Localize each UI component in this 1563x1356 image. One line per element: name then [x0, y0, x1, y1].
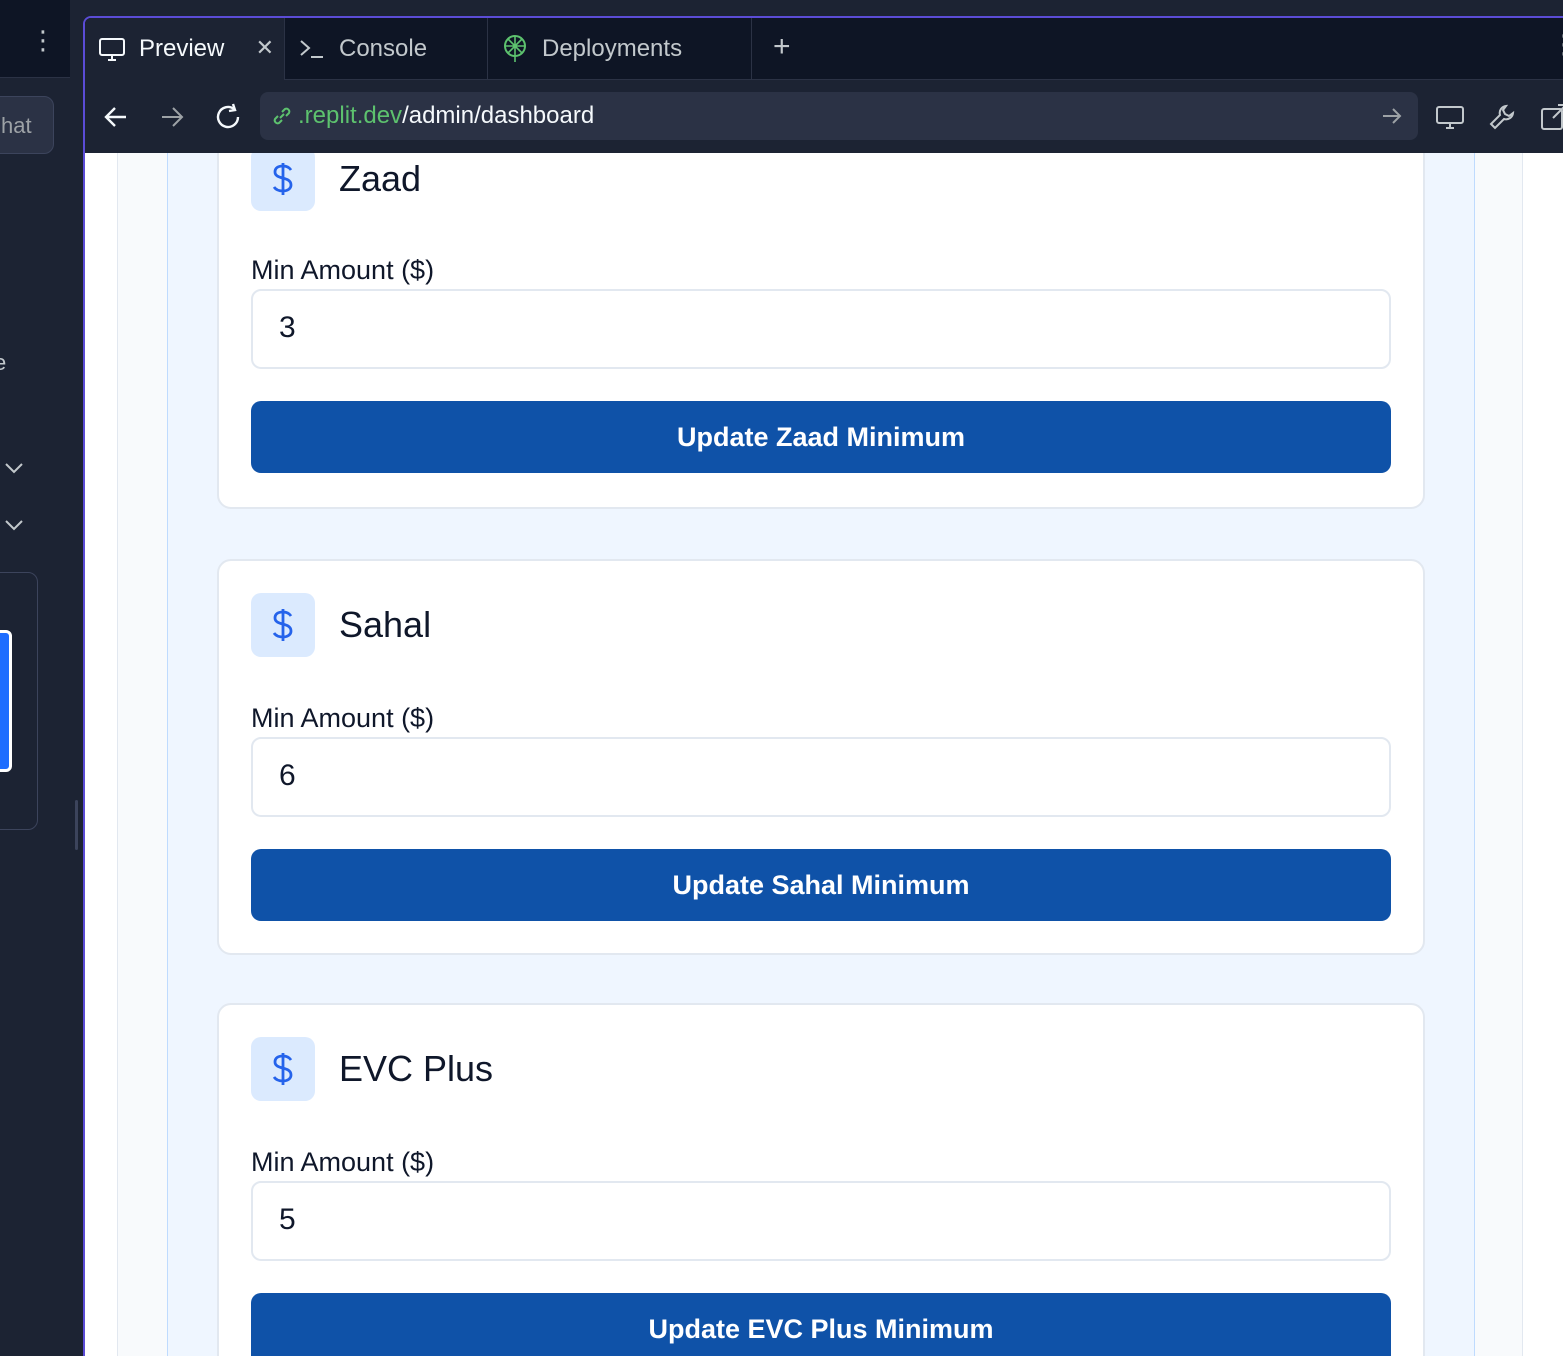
preview-pane: Preview ✕ Console Deployments + ⋮	[83, 16, 1563, 1356]
url-path: /admin/dashboard	[402, 102, 595, 129]
preview-nav-bar: .replit.dev/admin/dashboard	[85, 80, 1563, 153]
card-title: Sahal	[339, 604, 432, 645]
min-amount-label: Min Amount ($)	[251, 255, 435, 285]
payment-methods-section: Zaad Min Amount ($) 3 Update Zaad Minimu…	[167, 153, 1475, 1356]
card-header: Zaad	[251, 153, 421, 211]
left-panel-thumbnail[interactable]	[0, 630, 12, 772]
terminal-icon	[297, 34, 327, 64]
payment-method-card: Sahal Min Amount ($) 6 Update Sahal Mini…	[217, 559, 1425, 955]
tab-label: Preview	[139, 35, 225, 62]
dollar-icon	[251, 153, 315, 211]
pane-menu-icon[interactable]: ⋮	[1551, 31, 1563, 57]
card-header: EVC Plus	[251, 1037, 493, 1101]
link-icon	[273, 107, 291, 125]
card-header: Sahal	[251, 593, 431, 657]
url-bar[interactable]: .replit.dev/admin/dashboard	[260, 92, 1418, 140]
tab-deployments[interactable]: Deployments	[488, 18, 752, 80]
dollar-icon	[251, 593, 315, 657]
back-arrow-icon[interactable]	[99, 100, 133, 134]
tab-preview[interactable]: Preview ✕	[85, 18, 285, 80]
url-domain: .replit.dev	[298, 102, 403, 129]
min-amount-label: Min Amount ($)	[251, 703, 435, 733]
card-title: EVC Plus	[339, 1048, 494, 1089]
close-icon[interactable]: ✕	[256, 37, 274, 59]
reload-icon[interactable]	[211, 100, 245, 134]
dollar-icon	[251, 1037, 315, 1101]
dashboard-container: Zaad Min Amount ($) 3 Update Zaad Minimu…	[117, 153, 1523, 1356]
min-amount-label: Min Amount ($)	[251, 1147, 435, 1177]
chevron-down-icon[interactable]	[4, 515, 24, 535]
new-tab-plus-icon[interactable]: +	[773, 32, 791, 62]
payment-method-card: EVC Plus Min Amount ($) 5 Update EVC Plu…	[217, 1003, 1425, 1356]
min-amount-input[interactable]: 6	[251, 737, 1391, 817]
go-arrow-icon[interactable]	[1380, 104, 1404, 128]
open-new-window-icon[interactable]	[1537, 100, 1563, 134]
left-side-panel: ⋮ hat e	[0, 0, 78, 1338]
tab-console[interactable]: Console	[285, 18, 488, 80]
min-amount-input[interactable]: 5	[251, 1181, 1391, 1261]
tab-label: Deployments	[542, 35, 683, 62]
chevron-down-icon[interactable]	[4, 458, 24, 478]
card-title: Zaad	[339, 158, 422, 199]
pane-tab-bar: Preview ✕ Console Deployments + ⋮	[85, 18, 1563, 80]
tab-label: Console	[339, 35, 428, 62]
left-panel-menu-icon[interactable]: ⋮	[30, 27, 56, 53]
update-minimum-button[interactable]: Update EVC Plus Minimum	[251, 1293, 1391, 1356]
min-amount-input[interactable]: 3	[251, 289, 1391, 369]
devices-icon[interactable]	[1433, 100, 1467, 134]
payment-method-card: Zaad Min Amount ($) 3 Update Zaad Minimu…	[217, 153, 1425, 509]
chat-button-label: hat	[1, 113, 32, 138]
forward-arrow-icon[interactable]	[155, 100, 189, 134]
monitor-icon	[97, 34, 127, 64]
left-panel-partial-text: e	[0, 350, 7, 375]
preview-page: Zaad Min Amount ($) 3 Update Zaad Minimu…	[85, 153, 1563, 1356]
deployments-icon	[500, 34, 530, 64]
wrench-icon[interactable]	[1485, 100, 1519, 134]
update-minimum-button[interactable]: Update Sahal Minimum	[251, 849, 1391, 921]
update-minimum-button[interactable]: Update Zaad Minimum	[251, 401, 1391, 473]
panel-resize-handle[interactable]	[75, 800, 78, 850]
chat-button[interactable]: hat	[0, 96, 54, 154]
